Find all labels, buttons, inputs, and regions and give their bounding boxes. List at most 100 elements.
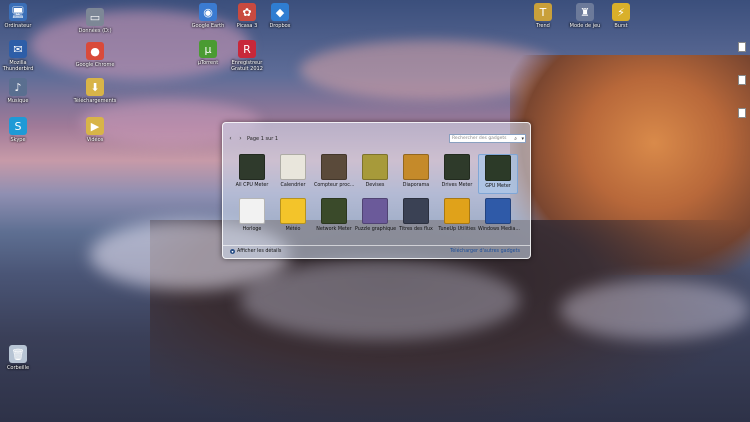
app-icon: ▶ xyxy=(86,117,104,135)
previous-page-icon[interactable]: ‹ xyxy=(227,135,234,142)
app-icon: ◉ xyxy=(199,3,217,21)
app-icon: ♪ xyxy=(9,78,27,96)
app-icon: T xyxy=(534,3,552,21)
gadget-search-input[interactable]: Rechercher des gadgets ⌕ ▾ xyxy=(449,134,526,143)
gadget-thumbnail-icon xyxy=(362,198,388,224)
gadget-gallery-window[interactable]: ‹ › Page 1 sur 1 Rechercher des gadgets … xyxy=(222,122,531,259)
edge-marker xyxy=(738,75,746,85)
gadget-name: GPU Meter xyxy=(485,184,511,189)
gadget-thumbnail-icon xyxy=(280,198,306,224)
desktop-icon-burst[interactable]: ⚡ Burst xyxy=(596,3,646,29)
app-icon: µ xyxy=(199,40,217,58)
gadget-name: Network Meter xyxy=(316,227,352,232)
gadget-name: Compteur proc... xyxy=(314,183,355,188)
gadget-name: Horloge xyxy=(242,227,262,232)
gadget-name: Météo xyxy=(285,227,301,232)
desktop-icon-label: Mozilla Thunderbird xyxy=(2,60,34,72)
gadget-puzzle-graphique[interactable]: Puzzle graphique xyxy=(355,198,397,238)
desktop-icon-corbeille[interactable]: 🗑 Corbeille xyxy=(0,345,43,371)
desktop-icon-mozilla-thunderbird[interactable]: ✉ Mozilla Thunderbird xyxy=(0,40,43,72)
gadget-network-meter[interactable]: Network Meter xyxy=(314,198,354,238)
app-icon: ▭ xyxy=(86,8,104,26)
gallery-pager: ‹ › Page 1 sur 1 xyxy=(227,134,347,143)
gadget-thumbnail-icon xyxy=(485,198,511,224)
gadget-thumbnail-icon xyxy=(321,154,347,180)
gadget-gpu-meter[interactable]: GPU Meter xyxy=(478,154,518,194)
edge-marker xyxy=(738,108,746,118)
desktop-icon-google-chrome[interactable]: ● Google Chrome xyxy=(70,42,120,68)
desktop-icon-label: Corbeille xyxy=(6,365,30,371)
desktop-icon-donn-es-d[interactable]: ▭ Données (D:) xyxy=(70,8,120,34)
desktop-icon-vid-os[interactable]: ▶ Vidéos xyxy=(70,117,120,143)
gadget-thumbnail-icon xyxy=(485,155,511,181)
gadget-name: Calendrier xyxy=(280,183,306,188)
desktop-icon-dropbox[interactable]: ◆ Dropbox xyxy=(255,3,305,29)
gadget-grid: All CPU Meter Calendrier Compteur proc... D… xyxy=(232,154,524,244)
app-icon: ✉ xyxy=(9,40,27,58)
gadget-thumbnail-icon xyxy=(239,154,265,180)
desktop-icon-label: Enregistreur Gratuit 2012 xyxy=(231,60,263,72)
gadget-compteur-proc[interactable]: Compteur proc... xyxy=(314,154,354,194)
gadget-thumbnail-icon xyxy=(362,154,388,180)
gadget-all-cpu-meter[interactable]: All CPU Meter xyxy=(232,154,272,194)
download-more-gadgets-link[interactable]: Télécharger d'autres gadgets xyxy=(450,249,520,254)
desktop-icon-label: Données (D:) xyxy=(78,28,112,34)
gadget-devises[interactable]: Devises xyxy=(355,154,395,194)
app-icon: ● xyxy=(86,42,104,60)
gadget-name: Puzzle graphique xyxy=(355,227,397,232)
gadget-windows-media[interactable]: Windows Media... xyxy=(478,198,520,238)
search-placeholder: Rechercher des gadgets xyxy=(452,136,507,141)
desktop-icon-label: Google Chrome xyxy=(75,62,115,68)
gadget-thumbnail-icon xyxy=(280,154,306,180)
gadget-thumbnail-icon xyxy=(444,154,470,180)
gadget-tuneup-utilities[interactable]: TuneUp Utilities xyxy=(437,198,477,238)
gadget-thumbnail-icon xyxy=(403,154,429,180)
gadget-thumbnail-icon xyxy=(444,198,470,224)
gadget-name: Windows Media... xyxy=(478,227,520,232)
app-icon: 🗑 xyxy=(9,345,27,363)
gadget-name: Diaporama xyxy=(402,183,430,188)
gadget-name: TuneUp Utilities xyxy=(438,227,476,232)
app-icon: ⬇ xyxy=(86,78,104,96)
app-icon: R xyxy=(238,40,256,58)
gallery-footer: ▾ Afficher les détails Télécharger d'aut… xyxy=(223,245,530,258)
desktop-icon-skype[interactable]: S Skype xyxy=(0,117,43,143)
expand-icon: ▾ xyxy=(230,249,235,254)
app-icon: S xyxy=(9,117,27,135)
gadget-titres-des-flux[interactable]: Titres des flux xyxy=(396,198,436,238)
show-details-toggle[interactable]: ▾ Afficher les détails xyxy=(230,249,281,254)
desktop-icon-musique[interactable]: ♪ Musique xyxy=(0,78,43,104)
gadget-diaporama[interactable]: Diaporama xyxy=(396,154,436,194)
gadget-drives-meter[interactable]: Drives Meter xyxy=(437,154,477,194)
chevron-down-icon[interactable]: ▾ xyxy=(521,136,524,142)
desktop-icon-label: Burst xyxy=(614,23,628,29)
gadget-thumbnail-icon xyxy=(239,198,265,224)
desktop-icon-label: Musique xyxy=(7,98,29,104)
show-details-label: Afficher les détails xyxy=(237,249,282,254)
app-icon: ◆ xyxy=(271,3,289,21)
gadget-m-t-o[interactable]: Météo xyxy=(273,198,313,238)
gadget-horloge[interactable]: Horloge xyxy=(232,198,272,238)
gadget-name: Devises xyxy=(365,183,385,188)
app-icon: ⚡ xyxy=(612,3,630,21)
gadget-name: Titres des flux xyxy=(399,227,433,232)
edge-marker xyxy=(738,42,746,52)
search-icon[interactable]: ⌕ xyxy=(514,136,517,142)
gadget-thumbnail-icon xyxy=(403,198,429,224)
desktop-icon-enregistreur-gratuit-2012[interactable]: R Enregistreur Gratuit 2012 xyxy=(222,40,272,72)
gadget-name: Drives Meter xyxy=(441,183,473,188)
next-page-icon[interactable]: › xyxy=(237,135,244,142)
desktop-icon-label: Ordinateur xyxy=(4,23,32,29)
app-icon: 🖥 xyxy=(9,3,27,21)
desktop-icon-t-l-chargements[interactable]: ⬇ Téléchargements xyxy=(70,78,120,104)
desktop-icon-label: Vidéos xyxy=(86,137,104,143)
app-icon: ♜ xyxy=(576,3,594,21)
desktop-icon-ordinateur[interactable]: 🖥 Ordinateur xyxy=(0,3,43,29)
gadget-name: All CPU Meter xyxy=(235,183,269,188)
desktop-icon-label: Skype xyxy=(10,137,26,143)
app-icon: ✿ xyxy=(238,3,256,21)
page-indicator: Page 1 sur 1 xyxy=(247,135,279,142)
gadget-calendrier[interactable]: Calendrier xyxy=(273,154,313,194)
desktop-icon-label: Dropbox xyxy=(269,23,291,29)
gadget-thumbnail-icon xyxy=(321,198,347,224)
